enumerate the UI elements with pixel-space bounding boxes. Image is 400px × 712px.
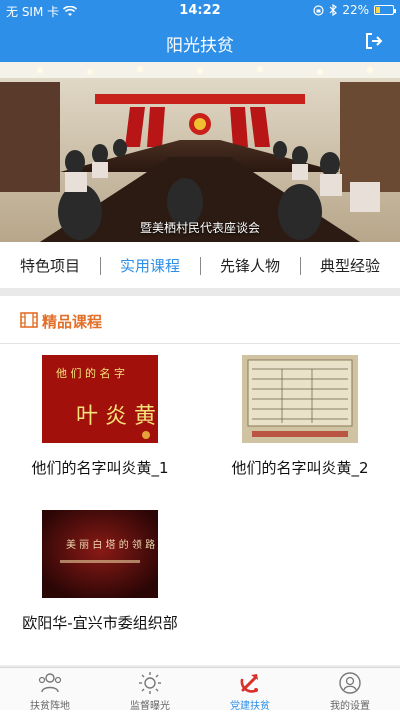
sun-icon: [139, 672, 161, 694]
battery-icon: [374, 5, 396, 15]
banner-image: [0, 62, 400, 242]
bluetooth-icon: [329, 4, 338, 16]
course-title: 欧阳华-宜兴市委组织部: [22, 614, 178, 632]
course-thumbnail: [242, 355, 358, 443]
logout-icon[interactable]: [364, 31, 384, 51]
category-tabs: 特色项目 实用课程 先锋人物 典型经验: [0, 242, 400, 288]
tabbar-item-supervision[interactable]: 监督曝光: [100, 668, 200, 712]
course-thumbnail: 他 们 的 名 字 叶 炎 黄: [42, 355, 158, 443]
page-title: 阳光扶贫: [166, 36, 234, 56]
tabbar-item-poverty-base[interactable]: 扶贫阵地: [0, 668, 100, 712]
nav-bar: 阳光扶贫: [0, 20, 400, 62]
user-icon: [339, 672, 361, 694]
status-bar: 无 SIM 卡 14:22 22%: [0, 0, 400, 20]
tab-practical-courses[interactable]: 实用课程: [100, 255, 200, 276]
people-icon: [38, 673, 62, 693]
tab-featured-projects[interactable]: 特色项目: [0, 255, 100, 276]
course-title: 他们的名字叫炎黄_1: [31, 459, 169, 477]
banner-caption: 暨美栖村民代表座谈会: [139, 221, 260, 235]
tab-pioneer-figures[interactable]: 先锋人物: [200, 255, 300, 276]
bottom-tab-bar: 扶贫阵地 监督曝光 党建扶贫 我的设置: [0, 667, 400, 712]
section-title: 精品课程: [42, 313, 103, 331]
course-card[interactable]: 美 丽 白 塔 的 领 路 人 欧阳华-宜兴市委组织部: [0, 510, 200, 633]
tabbar-item-party-building[interactable]: 党建扶贫: [200, 668, 300, 712]
film-icon: [20, 312, 38, 328]
svg-text:叶 炎 黄: 叶 炎 黄: [76, 404, 156, 429]
course-title: 他们的名字叫炎黄_2: [231, 459, 369, 477]
banner-carousel[interactable]: 暨美栖村民代表座谈会: [0, 62, 400, 242]
tabbar-item-my-settings[interactable]: 我的设置: [300, 668, 400, 712]
battery-percent: 22%: [342, 3, 369, 17]
party-emblem-icon: [240, 674, 258, 693]
course-thumbnail: 美 丽 白 塔 的 领 路 人: [42, 510, 158, 598]
svg-text:美 丽 白 塔 的 领 路 人: 美 丽 白 塔 的 领 路 人: [66, 538, 158, 551]
svg-text:他 们 的 名 字: 他 们 的 名 字: [56, 366, 125, 380]
orientation-lock-icon: [313, 4, 324, 16]
divider: [0, 288, 400, 296]
section-header: 精品课程: [0, 296, 400, 344]
tab-typical-experience[interactable]: 典型经验: [300, 255, 400, 276]
course-card[interactable]: 他们的名字叫炎黄_2: [200, 355, 400, 478]
course-card[interactable]: 他 们 的 名 字 叶 炎 黄 他们的名字叫炎黄_1: [0, 355, 200, 478]
